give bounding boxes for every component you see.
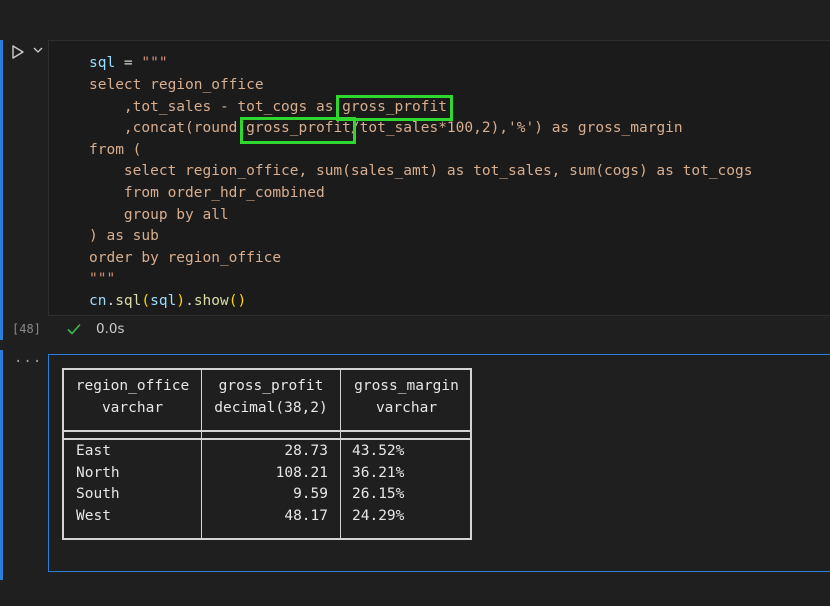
table-cell-region: West <box>76 508 111 524</box>
code-line-10: order by region_office <box>89 250 282 266</box>
table-cell-profit: 9.59 <box>293 486 328 502</box>
code-editor[interactable]: sql = """ select region_office ,tot_sale… <box>48 40 830 316</box>
column-header-type: varchar <box>375 400 438 416</box>
code-line-2: select region_office <box>89 77 264 93</box>
table-cell-region: South <box>76 486 120 502</box>
run-cell-icon[interactable] <box>10 44 26 60</box>
column-header-name: region_office <box>75 378 190 394</box>
code-line-11: """ <box>89 271 116 287</box>
column-header-type: varchar <box>101 400 164 416</box>
check-icon <box>67 323 81 335</box>
table-cell-region: North <box>76 465 120 481</box>
cell-focus-bar <box>0 40 3 340</box>
execution-count: [48] <box>12 322 41 336</box>
highlighted-gross-profit-2: gross_profit <box>246 120 351 136</box>
output-focus-bar <box>0 350 3 580</box>
table-cell-margin: 24.29% <box>352 508 405 524</box>
chevron-down-icon[interactable] <box>32 44 44 56</box>
code-line-12: cn.sql(sql).show() <box>89 293 247 309</box>
column-header-name: gross_margin <box>354 378 459 394</box>
table-cell-profit: 28.73 <box>284 443 328 459</box>
column-header-type: decimal(38,2) <box>214 400 328 416</box>
column-header-name: gross_profit <box>218 378 324 394</box>
code-line-6: select region_office, sum(sales_amt) as … <box>123 163 753 179</box>
table-cell-region: East <box>76 443 111 459</box>
code-line-5: from ( <box>89 142 142 158</box>
output-area[interactable]: region_office varchar gross_profit decim… <box>48 354 830 572</box>
table-cell-margin: 36.21% <box>352 465 405 481</box>
code-line-7: from order_hdr_combined <box>123 185 325 201</box>
code-line-4: ,concat(round(gross_profit/tot_sales*100… <box>123 120 683 136</box>
cell-status: 0.0s <box>48 316 830 342</box>
table-cell-profit: 108.21 <box>275 465 328 481</box>
table-cell-margin: 43.52% <box>352 443 405 459</box>
code-line-8: group by all <box>123 207 229 223</box>
table-cell-margin: 26.15% <box>352 486 405 502</box>
result-table: region_office varchar gross_profit decim… <box>62 368 472 540</box>
code-line-1: sql = """ <box>89 55 168 71</box>
output-more-icon[interactable]: ··· <box>14 354 42 370</box>
code-line-9: ) as sub <box>89 228 159 244</box>
execution-duration: 0.0s <box>96 321 125 337</box>
code-line-3: ,tot_sales - tot_cogs as gross_profit <box>123 99 447 115</box>
header-divider <box>64 438 470 440</box>
highlighted-gross-profit: gross_profit <box>342 99 447 115</box>
table-cell-profit: 48.17 <box>284 508 328 524</box>
header-divider <box>64 430 470 432</box>
